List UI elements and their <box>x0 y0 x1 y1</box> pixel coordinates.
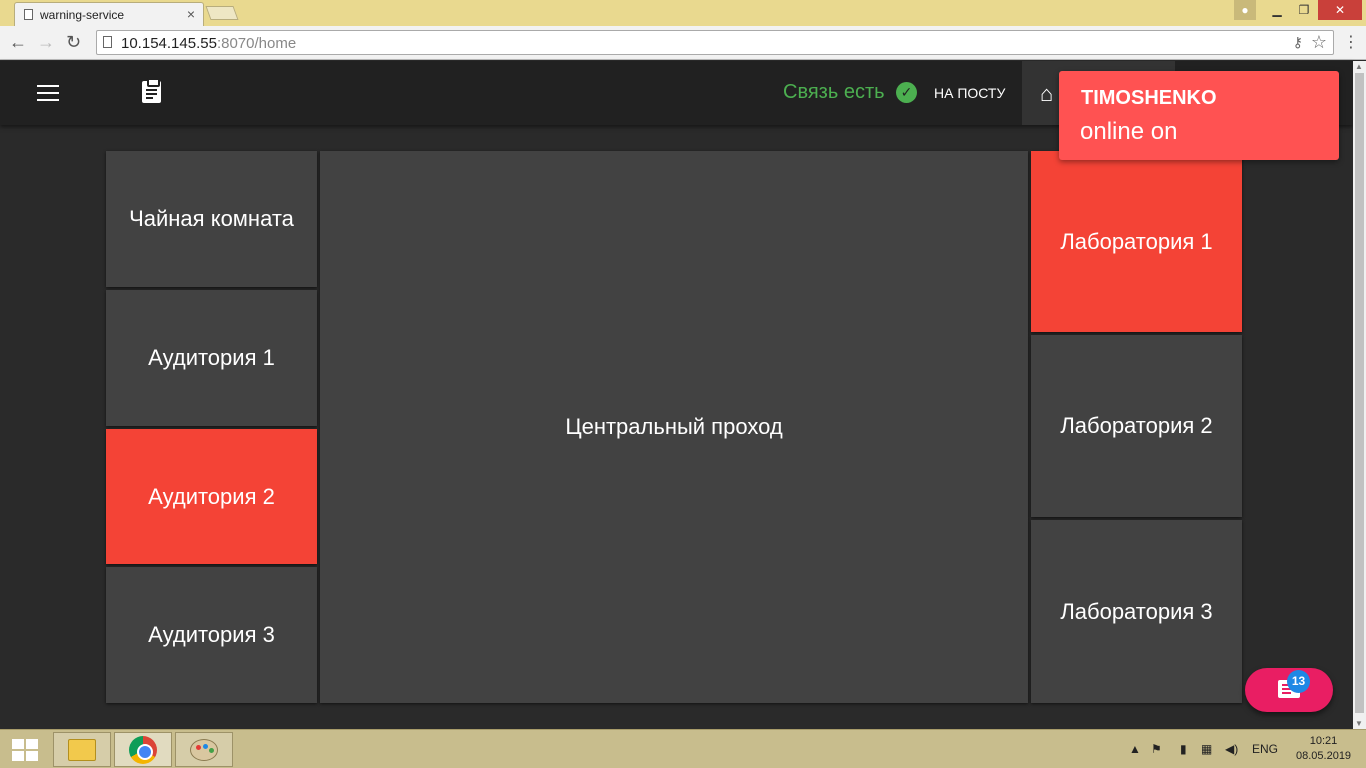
page-icon <box>103 36 112 48</box>
language-indicator[interactable]: ENG <box>1252 742 1278 756</box>
battery-icon[interactable]: ▮ <box>1180 742 1187 756</box>
room-auditorium-1[interactable]: Аудитория 1 <box>106 290 317 426</box>
taskbar-paint[interactable] <box>175 732 233 767</box>
flag-icon[interactable]: ⚑ <box>1151 742 1162 756</box>
room-auditorium-3[interactable]: Аудитория 3 <box>106 567 317 703</box>
page-scrollbar[interactable]: ▲ ▼ <box>1353 61 1366 729</box>
room-auditorium-2[interactable]: Аудитория 2 <box>106 429 317 564</box>
message-count-badge: 13 <box>1287 670 1310 693</box>
minimize-button[interactable]: ▁ <box>1264 0 1290 20</box>
notification-title: TIMOSHENKO <box>1081 87 1217 109</box>
clipboard-icon[interactable] <box>142 78 161 103</box>
address-bar[interactable]: 10.154.145.55:8070/home ⚷ ☆ <box>96 30 1334 55</box>
room-label: Аудитория 2 <box>148 483 275 509</box>
maximize-button[interactable]: ❐ <box>1291 0 1317 20</box>
scroll-down-icon[interactable]: ▼ <box>1355 719 1363 728</box>
notification-body: online on <box>1080 118 1178 145</box>
forward-arrow-icon[interactable]: → <box>37 32 55 53</box>
network-icon[interactable]: ▦ <box>1201 742 1212 756</box>
close-window-button[interactable]: ✕ <box>1318 0 1362 20</box>
room-laboratory-2[interactable]: Лаборатория 2 <box>1031 335 1242 517</box>
clock-time: 10:21 <box>1309 735 1338 747</box>
room-label: Лаборатория 3 <box>1060 598 1213 624</box>
paint-icon <box>190 738 218 761</box>
room-label: Чайная комната <box>129 206 294 231</box>
volume-icon[interactable]: ◀) <box>1225 742 1238 756</box>
browser-menu-icon[interactable]: ⋮ <box>1343 32 1359 52</box>
connection-status: Связь есть <box>783 81 885 103</box>
room-central-corridor[interactable]: Центральный проход <box>320 151 1028 703</box>
notification-toast[interactable]: TIMOSHENKO online on <box>1059 71 1339 160</box>
taskbar-chrome[interactable] <box>114 732 172 767</box>
room-label: Центральный проход <box>565 414 783 439</box>
home-icon: ⌂ <box>1040 81 1054 106</box>
key-icon[interactable]: ⚷ <box>1293 34 1303 51</box>
tab-close-icon[interactable]: × <box>187 6 195 22</box>
chrome-icon <box>129 735 157 764</box>
room-laboratory-1[interactable]: Лаборатория 1 <box>1031 151 1242 332</box>
bookmark-star-icon[interactable]: ☆ <box>1311 32 1327 53</box>
clock[interactable]: 10:21 08.05.2019 <box>1296 734 1351 764</box>
room-laboratory-3[interactable]: Лаборатория 3 <box>1031 520 1242 703</box>
browser-toolbar: ← → ↻ 10.154.145.55:8070/home ⚷ ☆ ⋮ <box>0 26 1366 60</box>
page-icon <box>24 9 33 20</box>
room-tea-room[interactable]: Чайная комната <box>106 151 317 287</box>
browser-titlebar: warning-service × ● ▁ ❐ ✕ <box>0 0 1366 26</box>
url-host: 10.154.145.55 <box>121 35 217 52</box>
reload-icon[interactable]: ↻ <box>66 32 81 53</box>
scrollbar-thumb[interactable] <box>1355 73 1364 713</box>
menu-icon[interactable] <box>37 85 59 101</box>
check-circle-icon: ✓ <box>896 82 917 103</box>
tab-title: warning-service <box>40 8 125 22</box>
room-label: Аудитория 3 <box>148 622 275 647</box>
room-label: Аудитория 1 <box>148 345 275 370</box>
new-tab-button[interactable] <box>205 6 239 20</box>
url-path: :8070/home <box>216 35 297 52</box>
user-icon[interactable]: ● <box>1234 0 1256 20</box>
clock-date: 08.05.2019 <box>1296 750 1352 762</box>
folder-icon <box>68 738 96 761</box>
scroll-up-icon[interactable]: ▲ <box>1355 62 1363 71</box>
windows-start-icon[interactable] <box>12 739 38 761</box>
room-label: Лаборатория 2 <box>1060 413 1213 438</box>
on-post-button[interactable]: НА ПОСТУ <box>934 85 1005 101</box>
taskbar-file-explorer[interactable] <box>53 732 111 767</box>
back-arrow-icon[interactable]: ← <box>9 32 27 53</box>
browser-tab[interactable]: warning-service × <box>14 2 204 26</box>
tray-expand-icon[interactable]: ▲ <box>1129 742 1141 756</box>
os-taskbar: ▲ ⚑ ▮ ▦ ◀) ENG 10:21 08.05.2019 <box>0 729 1366 768</box>
url-text[interactable]: 10.154.145.55:8070/home <box>121 35 296 52</box>
room-label: Лаборатория 1 <box>1060 228 1213 254</box>
